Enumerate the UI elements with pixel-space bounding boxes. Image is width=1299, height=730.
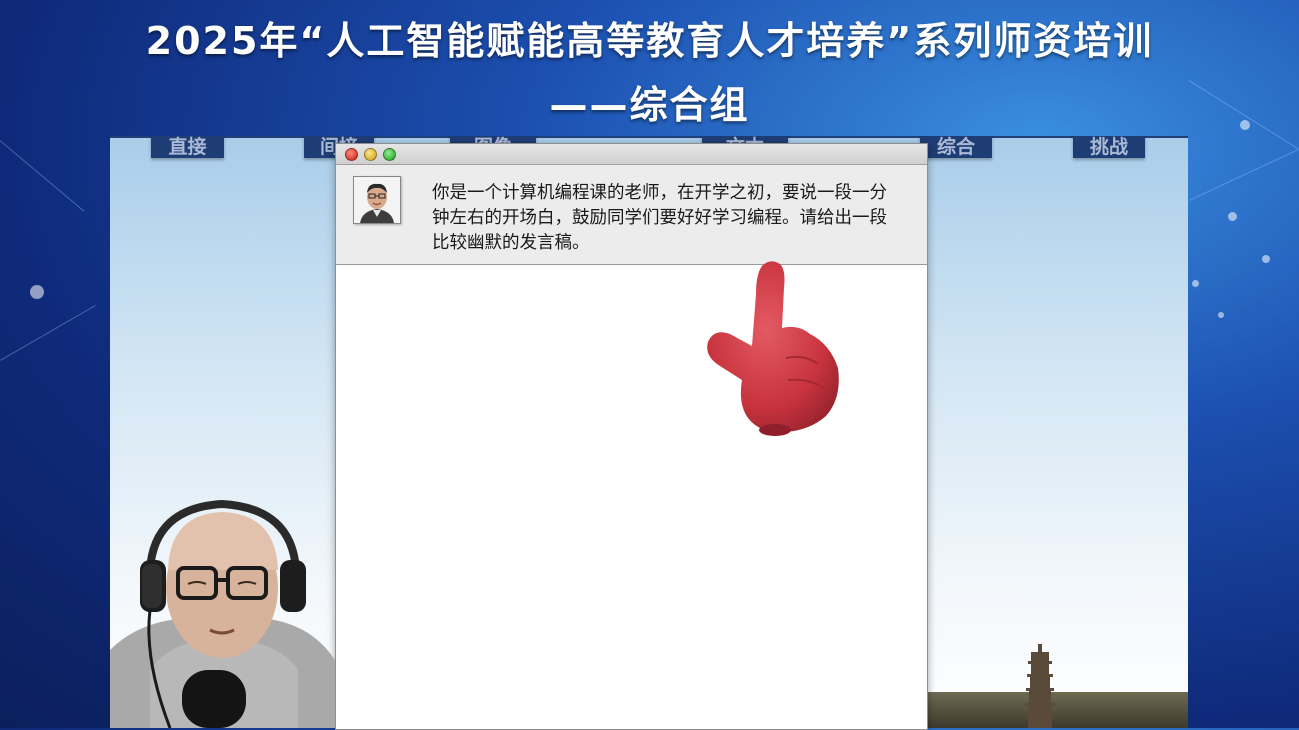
- minimize-icon[interactable]: [364, 148, 377, 161]
- window-titlebar: [336, 144, 927, 165]
- tab-comprehensive[interactable]: 综合: [920, 136, 992, 158]
- prompt-message: 你是一个计算机编程课的老师，在开学之初，要说一段一分钟左右的开场白，鼓励同学们要…: [336, 165, 927, 265]
- microphone-image: [182, 670, 246, 728]
- presenter-webcam-video: [110, 500, 335, 728]
- tab-direct[interactable]: 直接: [151, 136, 224, 158]
- header-title: 2025年“人工智能赋能高等教育人才培养”系列师资培训: [145, 19, 1154, 63]
- prompt-text: 你是一个计算机编程课的老师，在开学之初，要说一段一分钟左右的开场白，鼓励同学们要…: [432, 183, 887, 253]
- tab-challenge[interactable]: 挑战: [1073, 136, 1145, 158]
- pagoda-image: [1025, 644, 1055, 728]
- maximize-icon[interactable]: [383, 148, 396, 161]
- close-icon[interactable]: [345, 148, 358, 161]
- header-subtitle: ——综合组: [549, 83, 750, 127]
- user-avatar-icon: [353, 176, 401, 224]
- pointing-hand-icon: [707, 261, 839, 436]
- slide-top-bar: [110, 136, 1188, 138]
